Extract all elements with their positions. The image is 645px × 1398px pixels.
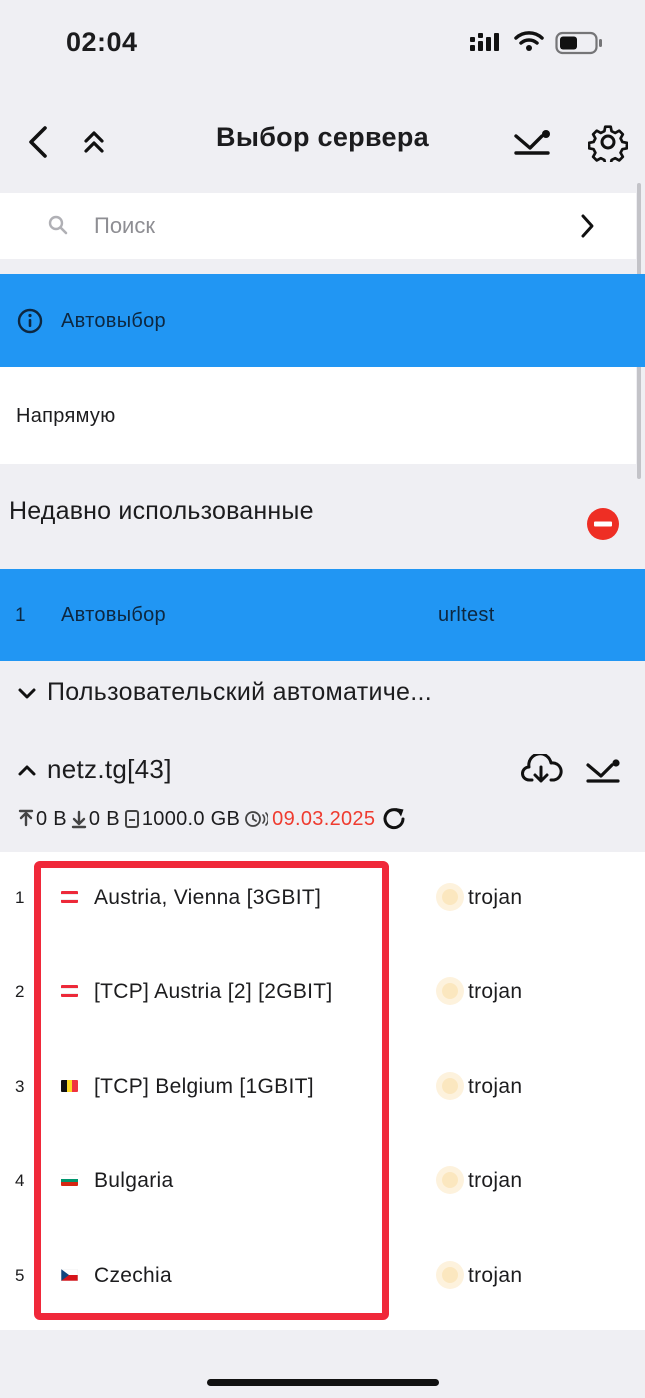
server-row[interactable]: 1 Austria, Vienna [3GBIT] trojan — [0, 852, 645, 946]
expire-clock-icon — [244, 809, 269, 829]
server-type: trojan — [468, 886, 523, 909]
bulgaria-flag-icon — [61, 1174, 78, 1186]
search-icon — [46, 213, 70, 242]
latency-indicator — [436, 883, 464, 911]
recent-section-title: Недавно использованные — [9, 497, 314, 525]
latency-indicator — [436, 977, 464, 1005]
latency-indicator — [436, 1261, 464, 1289]
latency-indicator — [436, 1072, 464, 1100]
server-list: 1 Austria, Vienna [3GBIT] trojan 2 [TCP]… — [0, 852, 645, 1330]
server-name: Czechia — [94, 1264, 172, 1287]
server-name: [TCP] Austria [2] [2GBIT] — [94, 980, 333, 1003]
server-name: Bulgaria — [94, 1169, 174, 1192]
wifi-icon — [514, 30, 544, 57]
battery-icon — [555, 31, 603, 60]
download-value: 0 B — [88, 807, 120, 830]
group-title: Пользовательский автоматиче... — [47, 678, 432, 706]
chevron-down-icon — [16, 682, 38, 709]
home-indicator[interactable] — [207, 1379, 439, 1386]
group-header-netz[interactable]: netz.tg[43] — [0, 745, 500, 797]
clear-recent-button[interactable] — [586, 507, 620, 541]
server-name: [TCP] Belgium [1GBIT] — [94, 1075, 314, 1098]
server-type: trojan — [468, 1075, 523, 1098]
gear-icon — [588, 125, 628, 162]
austria-flag-icon — [61, 891, 78, 903]
server-row[interactable]: 3 [TCP] Belgium [1GBIT] trojan — [0, 1041, 645, 1135]
recent-item-index: 1 — [15, 605, 26, 626]
belgium-flag-icon — [61, 1080, 78, 1092]
recent-item-type: urltest — [438, 604, 495, 626]
update-subscription-button[interactable] — [520, 753, 564, 787]
group-header-custom-auto[interactable]: Пользовательский автоматиче... — [0, 668, 500, 720]
autoselect-item[interactable]: Автовыбор — [0, 274, 645, 367]
ping-all-button[interactable] — [510, 122, 556, 162]
direct-label: Напрямую — [16, 405, 116, 427]
ping-icon — [586, 759, 620, 783]
ping-icon — [514, 130, 550, 155]
status-time: 02:04 — [66, 27, 138, 57]
server-index: 5 — [15, 1266, 25, 1285]
search-next-button[interactable] — [572, 209, 602, 243]
server-index: 4 — [15, 1171, 25, 1190]
cloud-download-icon — [521, 754, 563, 783]
subscription-stats: 0 B 0 B 1000.0 GB 09.03.2025 — [18, 804, 409, 834]
chevron-right-icon — [581, 214, 594, 238]
search-input[interactable] — [94, 211, 494, 241]
server-index: 1 — [15, 888, 25, 907]
server-row[interactable]: 4 Bulgaria trojan — [0, 1135, 645, 1229]
chevron-up-icon — [16, 759, 38, 786]
server-index: 2 — [15, 982, 25, 1001]
info-icon[interactable] — [17, 308, 43, 339]
recent-item[interactable]: 1 Автовыбор urltest — [0, 569, 645, 661]
server-row[interactable]: 5 Czechia trojan — [0, 1230, 645, 1324]
autoselect-label: Автовыбор — [61, 310, 166, 332]
server-type: trojan — [468, 1169, 523, 1192]
expire-date: 09.03.2025 — [272, 807, 376, 830]
refresh-button[interactable] — [381, 805, 409, 833]
server-row[interactable]: 2 [TCP] Austria [2] [2GBIT] trojan — [0, 946, 645, 1040]
recent-item-name: Автовыбор — [61, 604, 166, 626]
settings-button[interactable] — [586, 120, 630, 164]
storage-icon — [124, 809, 140, 829]
total-value: 1000.0 GB — [141, 807, 241, 830]
cellular-signal-icon — [470, 31, 502, 58]
download-icon — [71, 809, 87, 829]
austria-flag-icon — [61, 985, 78, 997]
server-type: trojan — [468, 1264, 523, 1287]
server-name: Austria, Vienna [3GBIT] — [94, 886, 322, 909]
server-type: trojan — [468, 980, 523, 1003]
group-title: netz.tg[43] — [47, 754, 172, 784]
direct-item[interactable]: Напрямую — [0, 367, 636, 464]
search-bar — [0, 193, 636, 259]
latency-indicator — [436, 1166, 464, 1194]
czechia-flag-icon — [61, 1269, 78, 1281]
refresh-icon — [383, 808, 405, 830]
upload-value: 0 B — [36, 807, 67, 830]
remove-circle-icon — [587, 508, 619, 540]
group-ping-button[interactable] — [584, 754, 624, 786]
upload-icon — [18, 809, 34, 829]
server-index: 3 — [15, 1077, 25, 1096]
